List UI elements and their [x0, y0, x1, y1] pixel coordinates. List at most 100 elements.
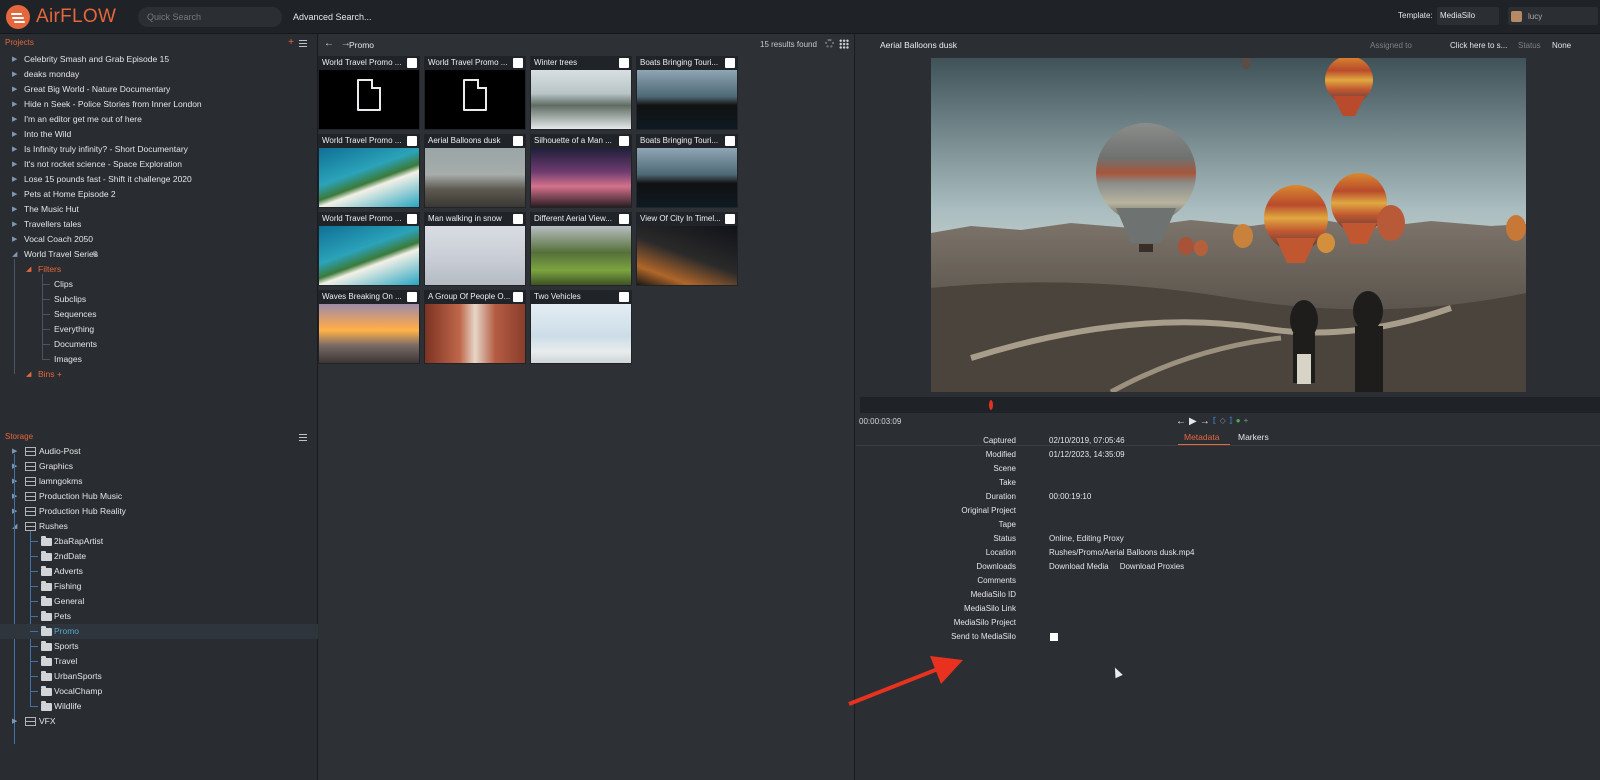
media-tile-checkbox[interactable]	[513, 292, 523, 302]
media-tile[interactable]: Aerial Balloons dusk	[424, 134, 526, 208]
media-tile-checkbox[interactable]	[407, 214, 417, 224]
media-tile[interactable]: Two Vehicles	[530, 290, 632, 364]
settings-icon[interactable]	[825, 39, 834, 48]
playhead-marker[interactable]	[989, 400, 993, 410]
media-tile[interactable]: A Group Of People O...	[424, 290, 526, 364]
media-tile[interactable]: Different Aerial View...	[530, 212, 632, 286]
folder-item-wildlife[interactable]: Wildlife	[0, 699, 318, 714]
media-tile[interactable]: Boats Bringing Touri...	[636, 56, 738, 130]
project-item-is-infinity-truly-infinity-short-documentary[interactable]: ▶ Is Infinity truly infinity? - Short Doc…	[0, 142, 318, 157]
timeline-scrubber[interactable]	[860, 397, 1600, 413]
play-icon[interactable]: ▶	[1189, 416, 1197, 427]
advanced-search-link[interactable]: Advanced Search...	[293, 12, 372, 22]
video-viewer[interactable]	[931, 58, 1526, 392]
folder-item-general[interactable]: General	[0, 594, 318, 609]
chevron-right-icon[interactable]: ▶	[12, 142, 17, 157]
user-menu[interactable]: lucy	[1508, 7, 1598, 25]
project-item-hide-n-seek-police-stories-from-inner-london[interactable]: ▶ Hide n Seek - Police Stories from Inner…	[0, 97, 318, 112]
chevron-right-icon[interactable]: ◢	[26, 367, 31, 382]
chevron-right-icon[interactable]: ▶	[12, 112, 17, 127]
storage-drive-audio-post[interactable]: ▶ Audio-Post	[0, 444, 318, 459]
chevron-right-icon[interactable]: ▶	[12, 67, 17, 82]
folder-item-fishing[interactable]: Fishing	[0, 579, 318, 594]
storage-drive-production-hub-music[interactable]: ▶Production Hub Music	[0, 489, 318, 504]
quick-search-input[interactable]	[138, 7, 282, 27]
folder-item-urbansports[interactable]: UrbanSports	[0, 669, 318, 684]
chevron-right-icon[interactable]: ▶	[12, 217, 17, 232]
media-tile-checkbox[interactable]	[407, 136, 417, 146]
chevron-right-icon[interactable]: ▶	[12, 172, 17, 187]
media-tile-checkbox[interactable]	[725, 136, 735, 146]
project-item-i-m-an-editor-get-me-out-of-here[interactable]: ▶ I'm an editor get me out of here	[0, 112, 318, 127]
folder-item-2barapartist[interactable]: 2baRapArtist	[0, 534, 318, 549]
app-logo[interactable]: AirFLOW	[6, 4, 116, 30]
folder-item-adverts[interactable]: Adverts	[0, 564, 318, 579]
media-tile-checkbox[interactable]	[725, 214, 735, 224]
folder-item-pets[interactable]: Pets	[0, 609, 318, 624]
media-tile-checkbox[interactable]	[513, 136, 523, 146]
media-tile-checkbox[interactable]	[619, 214, 629, 224]
prev-frame-icon[interactable]: ←	[1176, 416, 1186, 427]
media-tile-checkbox[interactable]	[619, 136, 629, 146]
project-item-into-the-wild[interactable]: ▶ Into the Wild	[0, 127, 318, 142]
chevron-right-icon[interactable]: ▶	[12, 202, 17, 217]
media-tile-checkbox[interactable]	[513, 214, 523, 224]
chevron-right-icon[interactable]: ▶	[12, 714, 17, 729]
downloads-links[interactable]: Download Media Download Proxies	[1049, 560, 1184, 574]
template-select[interactable]: MediaSilo	[1437, 7, 1499, 25]
assigned-dropdown[interactable]: Click here to s...	[1450, 41, 1507, 50]
storage-drive-production-hub-reality[interactable]: ▶Production Hub Reality	[0, 504, 318, 519]
filter-item-documents[interactable]: Documents	[0, 337, 318, 352]
media-tile[interactable]: Winter trees	[530, 56, 632, 130]
media-tile-checkbox[interactable]	[513, 58, 523, 68]
storage-drive-rushes[interactable]: ◢Rushes	[0, 519, 318, 534]
project-item-it-s-not-rocket-science-space-exploration[interactable]: ▶ It's not rocket science - Space Explora…	[0, 157, 318, 172]
media-tile-checkbox[interactable]	[619, 58, 629, 68]
filter-item-images[interactable]: Images	[0, 352, 318, 367]
media-tile[interactable]: World Travel Promo ...	[424, 56, 526, 130]
chevron-right-icon[interactable]: ▶	[12, 97, 17, 112]
storage-drive-vfx[interactable]: ▶ VFX	[0, 714, 318, 729]
project-item-deaks-monday[interactable]: ▶ deaks monday	[0, 67, 318, 82]
mark-in-icon[interactable]: ⟦	[1213, 416, 1217, 427]
project-item-world-travel-series[interactable]: ◢ World Travel Series ⚙	[0, 247, 318, 262]
project-item-travellers-tales[interactable]: ▶ Travellers tales	[0, 217, 318, 232]
chevron-right-icon[interactable]: ▶	[12, 127, 17, 142]
add-marker-icon[interactable]: ◇	[1220, 416, 1226, 427]
media-tile[interactable]: World Travel Promo ...	[318, 212, 420, 286]
folder-item-2nddate[interactable]: 2ndDate	[0, 549, 318, 564]
media-tile[interactable]: Silhouette of a Man ...	[530, 134, 632, 208]
media-tile[interactable]: Boats Bringing Touri...	[636, 134, 738, 208]
storage-drive-graphics[interactable]: ▶Graphics	[0, 459, 318, 474]
project-item-great-big-world-nature-documentary[interactable]: ▶ Great Big World - Nature Documentary	[0, 82, 318, 97]
project-settings-icon[interactable]: ⚙	[92, 247, 98, 262]
add-project-button[interactable]: +	[288, 36, 294, 50]
bins-node[interactable]: ◢ Bins +	[0, 367, 318, 382]
project-item-the-music-hut[interactable]: ▶ The Music Hut	[0, 202, 318, 217]
project-item-lose-15-pounds-fast-shift-it-challenge-2020[interactable]: ▶ Lose 15 pounds fast - Shift it challeng…	[0, 172, 318, 187]
media-tile-checkbox[interactable]	[725, 58, 735, 68]
back-arrow-icon[interactable]: ←	[324, 38, 334, 49]
chevron-right-icon[interactable]: ▶	[12, 187, 17, 202]
filter-item-clips[interactable]: Clips	[0, 277, 318, 292]
mark-out-icon[interactable]: ⟧	[1229, 416, 1233, 427]
marker-icon[interactable]: ●	[1236, 416, 1241, 427]
project-item-vocal-coach-2050[interactable]: ▶ Vocal Coach 2050	[0, 232, 318, 247]
filter-item-subclips[interactable]: Subclips	[0, 292, 318, 307]
folder-item-promo[interactable]: Promo	[0, 624, 318, 639]
chevron-right-icon[interactable]: ▶	[12, 232, 17, 247]
folder-item-sports[interactable]: Sports	[0, 639, 318, 654]
status-dropdown[interactable]: None	[1552, 41, 1571, 50]
filters-node[interactable]: ◢ Filters	[0, 262, 318, 277]
folder-item-vocalchamp[interactable]: VocalChamp	[0, 684, 318, 699]
media-tile[interactable]: World Travel Promo ...	[318, 134, 420, 208]
project-item-pets-at-home-episode-2[interactable]: ▶ Pets at Home Episode 2	[0, 187, 318, 202]
next-frame-icon[interactable]: →	[1200, 416, 1210, 427]
chevron-right-icon[interactable]: ▶	[12, 157, 17, 172]
folder-item-travel[interactable]: Travel	[0, 654, 318, 669]
chevron-right-icon[interactable]: ▶	[12, 82, 17, 97]
projects-menu-icon[interactable]	[299, 40, 307, 47]
storage-menu-icon[interactable]	[299, 434, 307, 441]
media-tile[interactable]: Waves Breaking On ...	[318, 290, 420, 364]
filter-item-sequences[interactable]: Sequences	[0, 307, 318, 322]
